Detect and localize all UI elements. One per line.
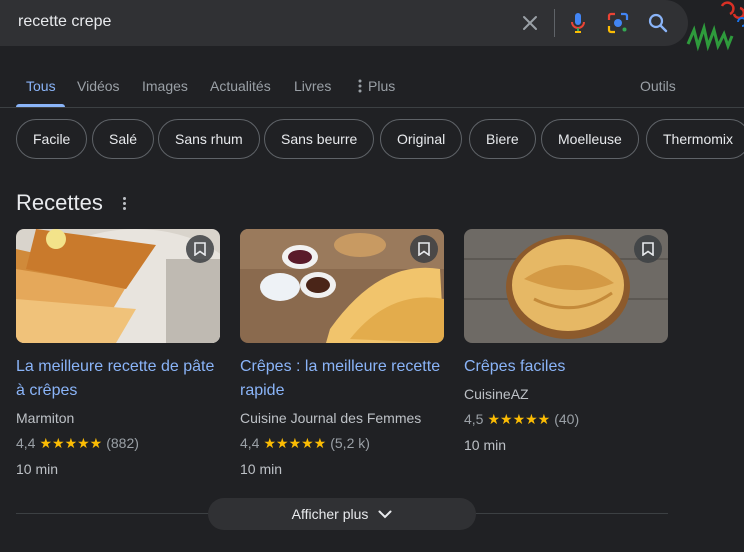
recipe-rating: 4,5 ★★★★★ (40) [464, 410, 668, 428]
recipe-source: Cuisine Journal des Femmes [240, 410, 422, 426]
recipe-rating: 4,4 ★★★★★ (882) [16, 434, 220, 452]
recipes-heading: Recettes [16, 190, 103, 215]
recipe-source: CuisineAZ [464, 386, 529, 402]
star-rating-icon: ★★★★★ [39, 435, 103, 451]
rating-value: 4,5 [464, 411, 484, 427]
chip-original[interactable]: Original [380, 119, 463, 159]
mic-icon[interactable] [566, 11, 590, 35]
more-vert-icon [358, 79, 362, 93]
recipe-time: 10 min [16, 461, 59, 477]
recipe-time: 10 min [240, 461, 283, 477]
chip-sale[interactable]: Salé [92, 119, 155, 159]
chip-moelleuse[interactable]: Moelleuse [541, 119, 639, 159]
recipe-card[interactable]: Crêpes faciles CuisineAZ 4,5 ★★★★★ (40) … [464, 229, 668, 454]
recipe-rating: 4,4 ★★★★★ (5,2 k) [240, 434, 444, 452]
tabs-divider [0, 107, 744, 108]
doodle-image[interactable] [682, 0, 744, 56]
tab-more-label: Plus [368, 78, 396, 94]
more-options-icon[interactable] [116, 193, 132, 213]
recipe-card[interactable]: La meilleure recette de pâte à crêpes Ma… [16, 229, 220, 478]
search-divider [554, 9, 555, 37]
recipe-title[interactable]: Crêpes : la meilleure recette rapide [240, 355, 444, 403]
bookmark-icon [418, 242, 430, 256]
recipe-source: Marmiton [16, 410, 75, 426]
search-tabs: Tous Vidéos Images Actualités Livres Plu… [0, 70, 744, 108]
chip-sans-rhum[interactable]: Sans rhum [158, 119, 260, 159]
tab-books[interactable]: Livres [294, 78, 331, 94]
show-more-button[interactable]: Afficher plus [208, 498, 476, 530]
tools-button[interactable]: Outils [640, 78, 676, 94]
bookmark-icon [642, 242, 654, 256]
tab-all[interactable]: Tous [26, 78, 56, 94]
review-count: (882) [106, 435, 139, 451]
close-icon[interactable] [518, 11, 542, 35]
save-recipe-button[interactable] [634, 235, 662, 263]
search-icon[interactable] [646, 11, 670, 35]
tab-more[interactable]: Plus [358, 78, 395, 94]
star-rating-icon: ★★★★★ [263, 435, 327, 451]
chip-facile[interactable]: Facile [16, 119, 88, 159]
search-input[interactable]: recette crepe [18, 13, 111, 31]
review-count: (5,2 k) [330, 435, 370, 451]
recipe-card[interactable]: Crêpes : la meilleure recette rapide Cui… [240, 229, 444, 478]
bookmark-icon [194, 242, 206, 256]
star-rating-icon: ★★★★★ [487, 411, 551, 427]
tab-images[interactable]: Images [142, 78, 188, 94]
rating-value: 4,4 [240, 435, 260, 451]
search-bar[interactable]: recette crepe [0, 0, 688, 46]
show-more-label: Afficher plus [291, 506, 369, 522]
chip-sans-beurre[interactable]: Sans beurre [264, 119, 375, 159]
save-recipe-button[interactable] [186, 235, 214, 263]
tab-news[interactable]: Actualités [210, 78, 271, 94]
recipe-thumbnail[interactable] [16, 229, 220, 343]
review-count: (40) [554, 411, 580, 427]
chevron-down-icon [378, 510, 392, 518]
recipe-thumbnail[interactable] [464, 229, 668, 343]
save-recipe-button[interactable] [410, 235, 438, 263]
chip-thermomix[interactable]: Thermomix [646, 119, 744, 159]
recipe-time: 10 min [464, 437, 507, 453]
recipe-thumbnail[interactable] [240, 229, 444, 343]
recipe-title[interactable]: Crêpes faciles [464, 355, 668, 379]
recipe-title[interactable]: La meilleure recette de pâte à crêpes [16, 355, 220, 403]
lens-icon[interactable] [606, 11, 630, 35]
rating-value: 4,4 [16, 435, 36, 451]
tab-videos[interactable]: Vidéos [77, 78, 120, 94]
chip-biere[interactable]: Biere [469, 119, 536, 159]
